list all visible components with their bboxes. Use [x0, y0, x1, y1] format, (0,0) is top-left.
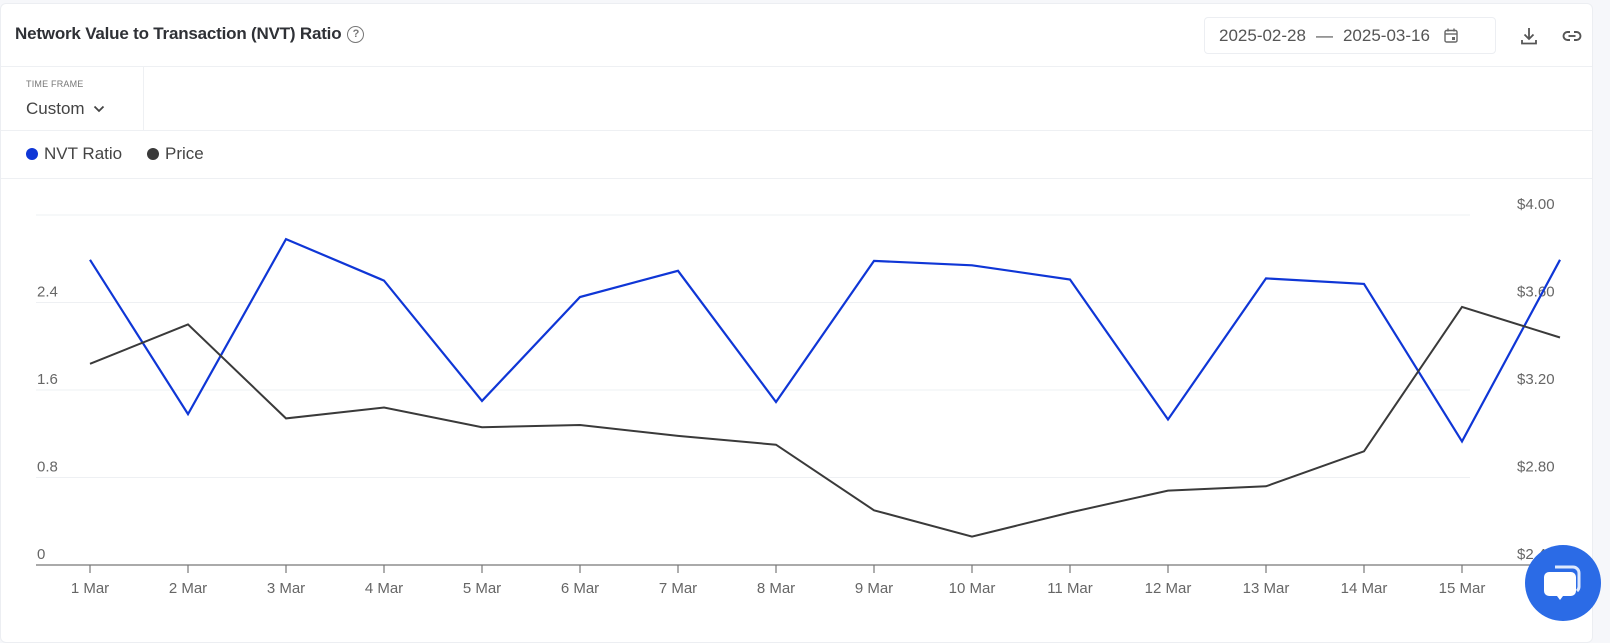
x-axis-tick-label: 14 Mar	[1341, 580, 1388, 597]
right-axis-tick-label: $2.80	[1517, 459, 1555, 476]
x-axis-tick-label: 1 Mar	[71, 580, 109, 597]
chat-bubble-icon	[1525, 545, 1601, 621]
x-axis-tick-label: 9 Mar	[855, 580, 893, 597]
x-axis-tick-label: 5 Mar	[463, 580, 501, 597]
x-axis-tick-label: 4 Mar	[365, 580, 403, 597]
right-axis-tick-label: $3.20	[1517, 371, 1555, 388]
right-axis-tick-label: $3.60	[1517, 284, 1555, 301]
x-axis-tick-label: 15 Mar	[1439, 580, 1486, 597]
chat-widget-button[interactable]	[1525, 545, 1601, 621]
right-axis-tick-label: $4.00	[1517, 196, 1555, 213]
x-axis-tick-label: 2 Mar	[169, 580, 207, 597]
x-axis-tick-label: 7 Mar	[659, 580, 697, 597]
left-axis-tick-label: 2.4	[37, 284, 58, 301]
left-axis-tick-label: 1.6	[37, 371, 58, 388]
x-axis-tick-label: 3 Mar	[267, 580, 305, 597]
price-line	[90, 307, 1560, 537]
x-axis-tick-label: 12 Mar	[1145, 580, 1192, 597]
x-axis-tick-label: 8 Mar	[757, 580, 795, 597]
x-axis-tick-label: 10 Mar	[949, 580, 996, 597]
x-axis-tick-label: 11 Mar	[1047, 580, 1093, 597]
nvt-line-chart: $2.40$2.80$3.20$3.60$4.0000.81.62.41 Mar…	[0, 0, 1610, 613]
nvt-ratio-line	[90, 239, 1560, 441]
left-axis-tick-label: 0.8	[37, 459, 58, 476]
left-axis-tick-label: 0	[37, 546, 45, 563]
x-axis-tick-label: 13 Mar	[1243, 580, 1290, 597]
x-axis-tick-label: 6 Mar	[561, 580, 599, 597]
